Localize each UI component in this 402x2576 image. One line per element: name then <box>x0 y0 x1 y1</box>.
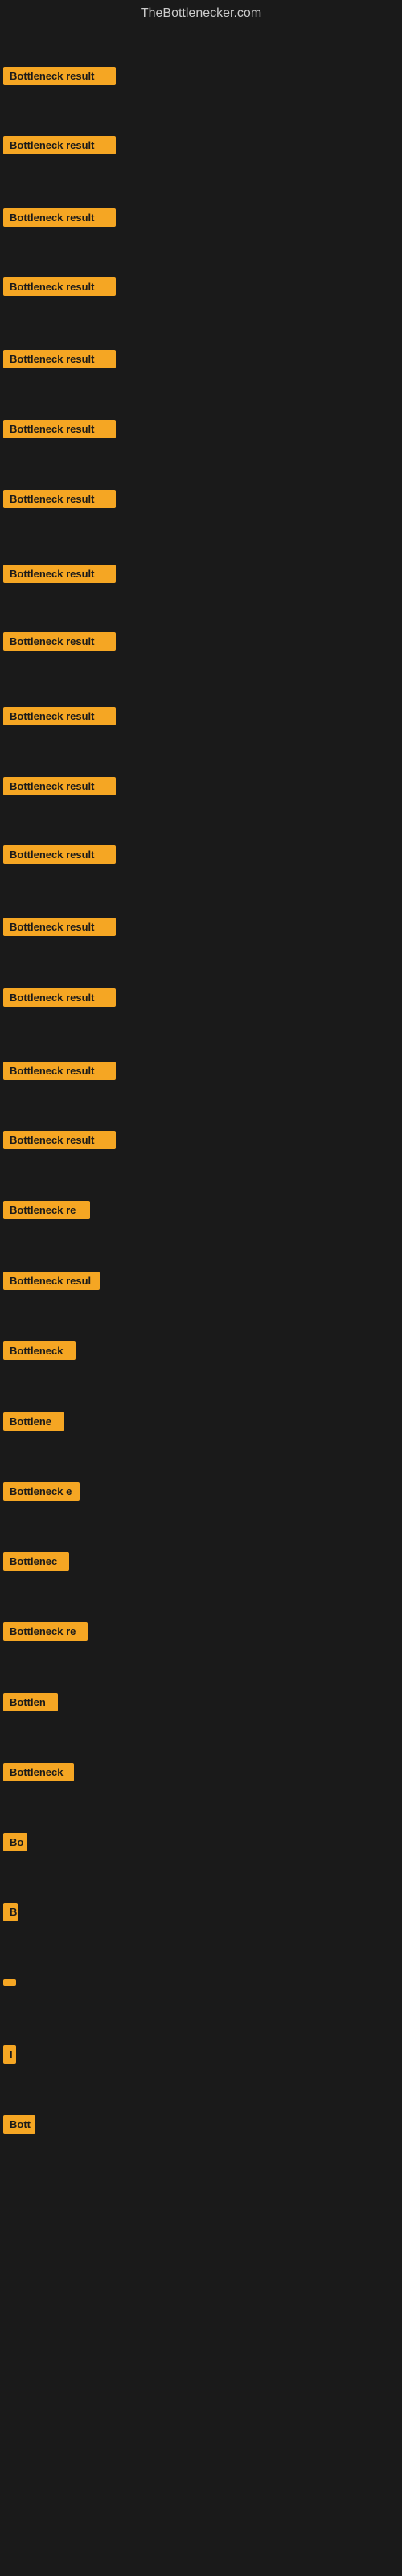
site-title: TheBottlenecker.com <box>0 0 402 31</box>
bottleneck-label-5: Bottleneck result <box>3 350 116 368</box>
bottleneck-item-25: Bottleneck <box>3 1755 74 1800</box>
bottleneck-item-22: Bottlenec <box>3 1544 69 1589</box>
bottleneck-item-9: Bottleneck result <box>3 624 116 669</box>
bottleneck-label-29: I <box>3 2045 16 2064</box>
bottleneck-label-22: Bottlenec <box>3 1552 69 1571</box>
bottleneck-label-28 <box>3 1979 16 1986</box>
bottleneck-item-16: Bottleneck result <box>3 1123 116 1168</box>
bottleneck-label-21: Bottleneck e <box>3 1482 80 1501</box>
bottleneck-label-19: Bottleneck <box>3 1341 76 1360</box>
bottleneck-item-4: Bottleneck result <box>3 269 116 314</box>
bottleneck-item-14: Bottleneck result <box>3 980 116 1025</box>
bottleneck-item-20: Bottlene <box>3 1404 64 1449</box>
bottleneck-label-12: Bottleneck result <box>3 845 116 864</box>
bottleneck-item-10: Bottleneck result <box>3 699 116 744</box>
bottleneck-label-7: Bottleneck result <box>3 490 116 508</box>
bottleneck-label-20: Bottlene <box>3 1412 64 1431</box>
bottleneck-label-6: Bottleneck result <box>3 420 116 438</box>
bottleneck-item-8: Bottleneck result <box>3 557 116 602</box>
bottleneck-label-13: Bottleneck result <box>3 918 116 936</box>
bottleneck-label-15: Bottleneck result <box>3 1062 116 1080</box>
bottleneck-item-26: Bo <box>3 1825 27 1870</box>
bottleneck-item-24: Bottlen <box>3 1685 58 1730</box>
bottleneck-item-1: Bottleneck result <box>3 59 116 104</box>
bottleneck-label-4: Bottleneck result <box>3 277 116 296</box>
bottleneck-label-9: Bottleneck result <box>3 632 116 651</box>
bottleneck-label-26: Bo <box>3 1833 27 1851</box>
bottleneck-item-7: Bottleneck result <box>3 482 116 527</box>
bottleneck-item-23: Bottleneck re <box>3 1614 88 1659</box>
bottleneck-label-8: Bottleneck result <box>3 565 116 583</box>
bottleneck-label-3: Bottleneck result <box>3 208 116 227</box>
bottleneck-label-25: Bottleneck <box>3 1763 74 1781</box>
bottleneck-label-14: Bottleneck result <box>3 988 116 1007</box>
bottleneck-item-29: I <box>3 2037 16 2082</box>
bottleneck-item-27: B <box>3 1895 18 1940</box>
bottleneck-item-30: Bott <box>3 2107 35 2152</box>
bottleneck-item-6: Bottleneck result <box>3 412 116 457</box>
bottleneck-item-18: Bottleneck resul <box>3 1263 100 1309</box>
bottleneck-label-23: Bottleneck re <box>3 1622 88 1641</box>
bottleneck-item-28 <box>3 1967 16 2004</box>
bottleneck-label-11: Bottleneck result <box>3 777 116 795</box>
bottleneck-item-21: Bottleneck e <box>3 1474 80 1519</box>
bottleneck-item-17: Bottleneck re <box>3 1193 90 1238</box>
bottleneck-item-2: Bottleneck result <box>3 128 116 173</box>
bottleneck-item-11: Bottleneck result <box>3 769 116 814</box>
bottleneck-item-3: Bottleneck result <box>3 200 116 245</box>
bottleneck-label-27: B <box>3 1903 18 1921</box>
bottleneck-item-5: Bottleneck result <box>3 342 116 387</box>
bottleneck-label-17: Bottleneck re <box>3 1201 90 1219</box>
items-container: Bottleneck result Bottleneck result Bottle… <box>0 31 402 2576</box>
bottleneck-label-1: Bottleneck result <box>3 67 116 85</box>
bottleneck-item-13: Bottleneck result <box>3 910 116 955</box>
bottleneck-item-15: Bottleneck result <box>3 1054 116 1099</box>
bottleneck-item-19: Bottleneck <box>3 1333 76 1378</box>
bottleneck-label-30: Bott <box>3 2115 35 2134</box>
bottleneck-label-24: Bottlen <box>3 1693 58 1711</box>
bottleneck-label-2: Bottleneck result <box>3 136 116 154</box>
bottleneck-label-10: Bottleneck result <box>3 707 116 725</box>
bottleneck-label-18: Bottleneck resul <box>3 1272 100 1290</box>
bottleneck-label-16: Bottleneck result <box>3 1131 116 1149</box>
bottleneck-item-12: Bottleneck result <box>3 837 116 882</box>
